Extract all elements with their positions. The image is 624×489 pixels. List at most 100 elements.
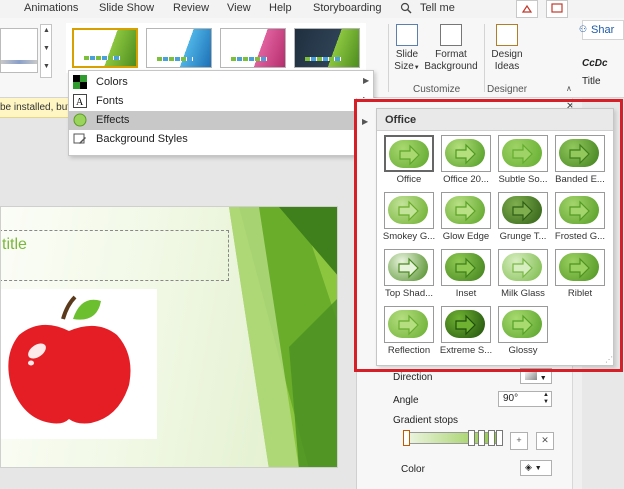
effect-thumbnail: [555, 135, 605, 172]
slide-title: title: [2, 236, 27, 253]
more-icon[interactable]: ▼: [43, 63, 50, 70]
effect-office[interactable]: Office: [380, 132, 436, 188]
slide-decoration: [229, 207, 337, 467]
effect-banded-e[interactable]: Banded E...: [551, 132, 607, 188]
effect-thumbnail: [498, 249, 548, 286]
arrow-shape-icon: [399, 144, 420, 166]
menu-item-background-styles[interactable]: Background Styles ▶: [69, 130, 373, 149]
slide[interactable]: title: [0, 206, 338, 468]
variants-gallery: [66, 23, 366, 73]
effect-extreme-s[interactable]: Extreme S...: [437, 303, 493, 359]
divider: [388, 24, 389, 92]
theme-thumbnail-partial[interactable]: [0, 28, 38, 73]
title-placeholder[interactable]: title: [1, 230, 229, 281]
variant-3[interactable]: [220, 28, 286, 68]
background-styles-icon: [73, 133, 86, 144]
arrow-shape-icon: [569, 143, 590, 165]
effect-thumbnail: [441, 192, 491, 229]
tab-slide-show[interactable]: Slide Show: [99, 2, 154, 14]
tab-view[interactable]: View: [227, 2, 251, 14]
effect-glossy[interactable]: Glossy: [494, 303, 550, 359]
variant-1[interactable]: [72, 28, 138, 68]
direction-dropdown[interactable]: ▼: [520, 368, 552, 384]
effect-thumbnail: [384, 192, 434, 229]
format-background-icon: [440, 24, 462, 46]
slide-size-button[interactable]: Slide Size▼: [392, 24, 422, 74]
tell-me-search[interactable]: Tell me: [420, 2, 455, 14]
apple-image[interactable]: [1, 289, 157, 439]
effect-label: Office: [396, 174, 422, 185]
effect-label: Grunge T...: [499, 231, 547, 242]
menu-item-fonts[interactable]: A Fonts ▶: [69, 92, 373, 111]
effect-thumbnail: [498, 192, 548, 229]
tab-help[interactable]: Help: [269, 2, 292, 14]
effect-label: Inset: [455, 288, 477, 299]
effect-label: Milk Glass: [501, 288, 545, 299]
effect-label: Extreme S...: [439, 345, 493, 356]
tab-animations[interactable]: Animations: [24, 2, 78, 14]
chevron-down-icon: ▼: [534, 465, 542, 472]
effect-thumbnail: [555, 249, 605, 286]
add-gradient-stop-icon[interactable]: +: [510, 432, 528, 450]
gradient-stop[interactable]: [478, 430, 485, 446]
effect-thumbnail: [441, 306, 491, 343]
gradient-stop[interactable]: [403, 430, 410, 446]
gradient-stop[interactable]: [488, 430, 495, 446]
effect-grunge-t[interactable]: Grunge T...: [494, 189, 550, 245]
ribbon-tab-bar: Animations Slide Show Review View Help S…: [0, 0, 624, 18]
effect-milk-glass[interactable]: Milk Glass: [494, 246, 550, 302]
effect-top-shad[interactable]: Top Shad...: [380, 246, 436, 302]
arrow-shape-icon: [398, 200, 419, 222]
variant-2[interactable]: [146, 28, 212, 68]
effect-frosted-g[interactable]: Frosted G...: [551, 189, 607, 245]
effect-reflection[interactable]: Reflection: [380, 303, 436, 359]
effect-label: Banded E...: [555, 174, 605, 185]
effect-office-20[interactable]: Office 20...: [437, 132, 493, 188]
variant-4[interactable]: [294, 28, 360, 68]
effect-glow-edge[interactable]: Glow Edge: [437, 189, 493, 245]
chevron-down-icon: ▼: [413, 65, 420, 71]
remove-gradient-stop-icon[interactable]: ✕: [536, 432, 554, 450]
design-ideas-button[interactable]: Design Ideas: [488, 24, 526, 73]
menu-item-colors[interactable]: Colors ▶: [69, 73, 373, 92]
arrow-shape-icon: [455, 143, 476, 165]
arrow-shape-icon: [512, 257, 533, 279]
collapse-ribbon-icon[interactable]: ∧: [566, 84, 572, 93]
paint-bucket-icon: ◈: [525, 462, 532, 472]
scroll-up-icon[interactable]: ▲: [43, 27, 50, 34]
chevron-down-icon: ▼: [539, 375, 547, 382]
arrow-shape-icon: [569, 200, 590, 222]
angle-label: Angle: [393, 395, 419, 406]
effect-thumbnail: [384, 249, 434, 286]
format-background-button[interactable]: Format Background: [424, 24, 478, 73]
share-icon[interactable]: [516, 0, 538, 18]
scroll-down-icon[interactable]: ▼: [43, 45, 50, 52]
angle-spinner[interactable]: 90° ▲ ▼: [498, 391, 552, 407]
gallery-scroll[interactable]: ▲ ▼ ▼: [40, 24, 52, 78]
effect-label: Riblet: [567, 288, 593, 299]
arrow-shape-icon: [455, 200, 476, 222]
color-dropdown[interactable]: ◈ ▼: [520, 460, 552, 476]
person-icon: ⚇: [579, 24, 588, 34]
resize-grip-icon[interactable]: ⋰: [605, 355, 613, 364]
share-button[interactable]: ⚇ Shar: [579, 20, 624, 40]
effect-riblet[interactable]: Riblet: [551, 246, 607, 302]
style-preview-ccdc[interactable]: CcDc: [582, 58, 608, 69]
effect-inset[interactable]: Inset: [437, 246, 493, 302]
menu-item-effects[interactable]: Effects ▶: [69, 111, 373, 130]
effect-thumbnail: [498, 306, 548, 343]
arrow-shape-icon: [512, 143, 533, 165]
message-bar: be installed, but: [0, 98, 72, 118]
submenu-arrow-icon: ▶: [362, 117, 369, 126]
tab-storyboarding[interactable]: Storyboarding: [313, 2, 382, 14]
style-title[interactable]: Title: [582, 76, 601, 87]
effect-smokey-g[interactable]: Smokey G...: [380, 189, 436, 245]
tab-review[interactable]: Review: [173, 2, 209, 14]
gradient-stop[interactable]: [496, 430, 503, 446]
comments-icon[interactable]: [546, 0, 568, 18]
effect-label: Glow Edge: [442, 231, 490, 242]
submenu-arrow-icon: ▶: [363, 76, 370, 85]
spin-arrows-icon[interactable]: ▲ ▼: [543, 392, 549, 406]
effect-subtle-so[interactable]: Subtle So...: [494, 132, 550, 188]
gradient-stop[interactable]: [468, 430, 475, 446]
